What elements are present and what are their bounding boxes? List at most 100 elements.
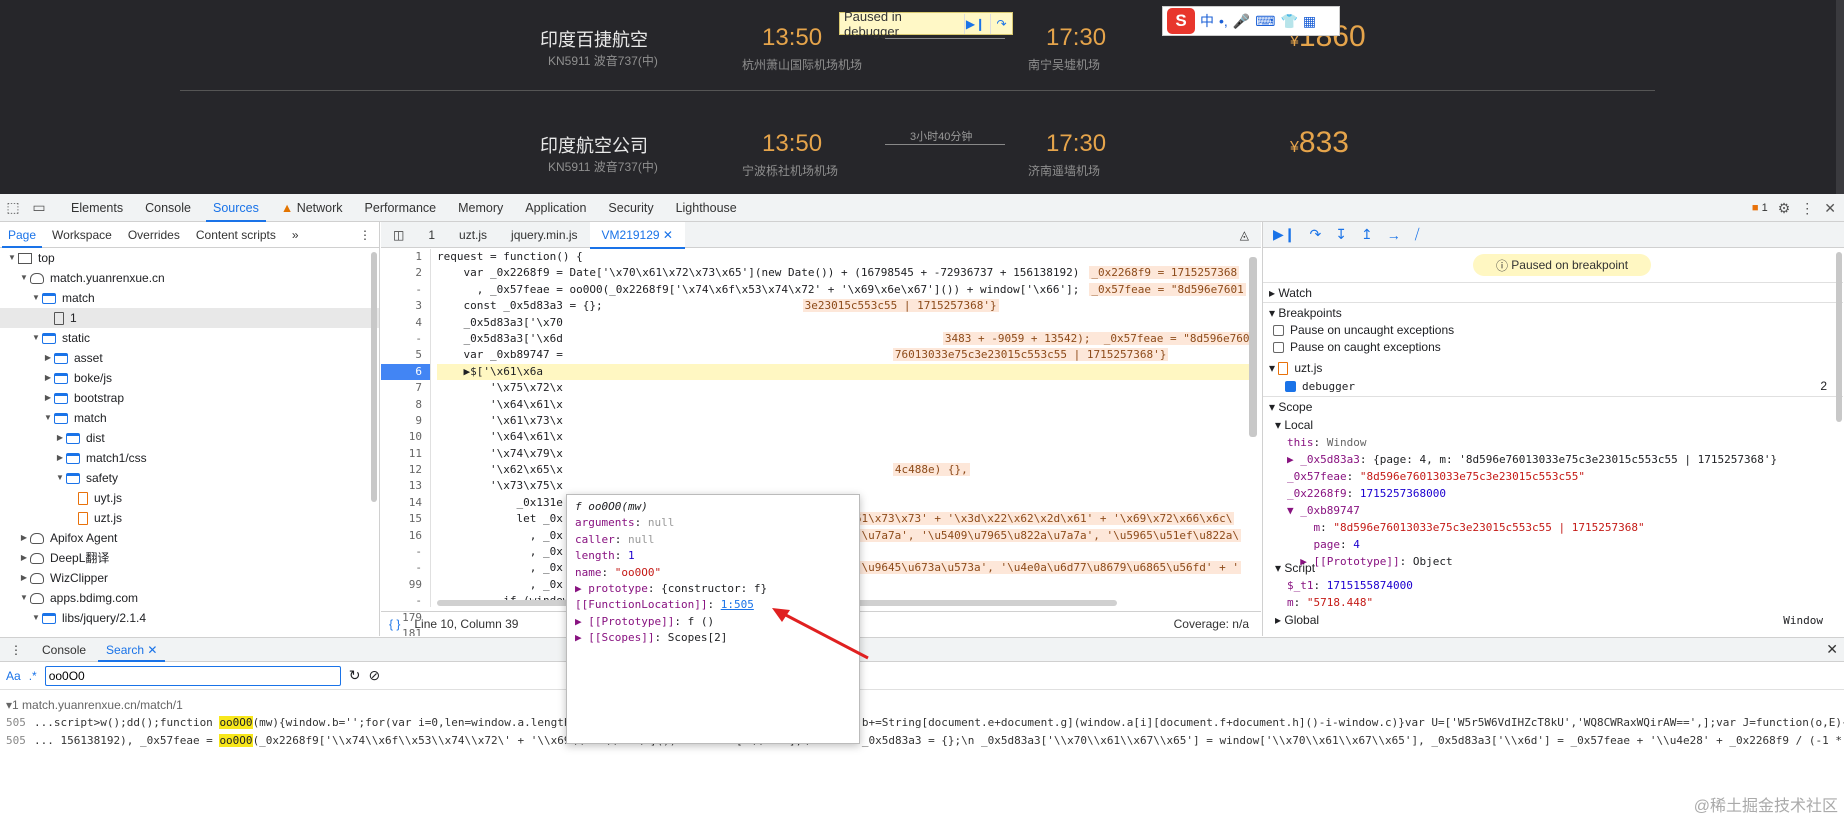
code-line[interactable]: '\x62\x65\x 4c488e) {}, bbox=[437, 462, 1249, 478]
ime-toolbar[interactable]: S 中 •, 🎤 ⌨ 👕 ▦ bbox=[1162, 6, 1340, 36]
popover-prop[interactable]: caller: null bbox=[575, 532, 859, 548]
code-line[interactable]: const _0x5d83a3 = {}; 3e23015c553c55 | 17… bbox=[437, 298, 1249, 314]
watch-section[interactable]: ▸ Watch bbox=[1263, 282, 1843, 302]
step-over-icon[interactable]: ↷ bbox=[990, 13, 1012, 34]
chevron-down-icon[interactable]: ▼ bbox=[42, 408, 54, 428]
line-number[interactable]: 3 bbox=[381, 298, 430, 314]
tree-item[interactable]: ▶ WizClipper bbox=[0, 568, 379, 588]
line-gutter[interactable]: 12-34-5678910111213141516--99-179181182 bbox=[381, 249, 431, 636]
tree-item[interactable]: ▼ match bbox=[0, 408, 379, 428]
pause-caught-checkbox[interactable] bbox=[1273, 342, 1284, 354]
chevron-right-icon[interactable]: ▶ bbox=[42, 368, 54, 388]
search-result-file[interactable]: ▾1 match.yuanrenxue.cn/match/1 bbox=[0, 696, 1844, 714]
more-tabs-icon[interactable]: » bbox=[284, 222, 307, 248]
scope-global[interactable]: ▸ Global Window bbox=[1263, 612, 1843, 629]
search-result-line[interactable]: 505 ...script>w();dd();function oo0O0(mw)… bbox=[0, 714, 1844, 732]
editor-tab-active[interactable]: VM219129 ✕ bbox=[589, 222, 686, 249]
tab-overrides[interactable]: Overrides bbox=[120, 222, 188, 248]
drawer-menu-icon[interactable]: ⋮ bbox=[0, 638, 32, 662]
scope-variable[interactable]: $_t1: 1715155874000 bbox=[1263, 577, 1843, 594]
breakpoint-checkbox[interactable] bbox=[1285, 381, 1296, 393]
scope-variable[interactable]: ▶ _0x5d83a3: {page: 4, m: '8d596e7601303… bbox=[1263, 451, 1843, 468]
tree-item[interactable]: ▶ dist bbox=[0, 428, 379, 448]
line-number[interactable]: 13 bbox=[381, 478, 430, 494]
line-number[interactable]: 1 bbox=[381, 249, 430, 265]
line-number[interactable]: - bbox=[381, 544, 430, 560]
tab-console[interactable]: Console bbox=[134, 194, 202, 222]
debugger-scrollbar[interactable] bbox=[1836, 252, 1842, 422]
tree-item[interactable]: ▶ match1/css bbox=[0, 448, 379, 468]
tree-item[interactable]: ▶ Apifox Agent bbox=[0, 528, 379, 548]
code-line[interactable]: ▶$['\x61\x6a bbox=[437, 363, 1249, 381]
code-line[interactable]: var _0x2268f9 = Date['\x70\x61\x72\x73\x… bbox=[437, 265, 1249, 281]
navigator-scrollbar[interactable] bbox=[371, 252, 377, 502]
code-line[interactable]: '\x64\x61\x bbox=[437, 429, 1249, 445]
flight-row[interactable]: 印度航空公司 KN5911 波音737(中) 13:50 宁波栎社机场机场 3小… bbox=[0, 122, 1844, 192]
line-number[interactable]: 14 bbox=[381, 495, 430, 511]
page-scrollbar[interactable] bbox=[1836, 0, 1844, 194]
breakpoint-marker[interactable]: 6 bbox=[381, 363, 430, 381]
ime-lang[interactable]: 中 bbox=[1200, 11, 1214, 31]
line-number[interactable]: 99 bbox=[381, 577, 430, 593]
toggle-navigator-icon[interactable]: ◫ bbox=[381, 222, 416, 248]
tree-item[interactable]: ▼ static bbox=[0, 328, 379, 348]
tree-item[interactable]: ▼ safety bbox=[0, 468, 379, 488]
device-toolbar-icon[interactable]: ▭ bbox=[26, 194, 52, 222]
editor-tab[interactable]: 1 bbox=[416, 222, 447, 248]
chevron-right-icon[interactable]: ▶ bbox=[54, 448, 66, 468]
chevron-down-icon[interactable]: ▼ bbox=[30, 608, 42, 628]
close-tab-icon[interactable]: ✕ bbox=[147, 643, 157, 657]
close-drawer-icon[interactable]: ✕ bbox=[1826, 641, 1838, 658]
tree-item[interactable]: ▼ apps.bdimg.com bbox=[0, 588, 379, 608]
line-number[interactable]: 15 bbox=[381, 511, 430, 527]
tab-lighthouse[interactable]: Lighthouse bbox=[665, 194, 748, 222]
step-over-icon[interactable]: ↷ bbox=[1310, 226, 1322, 243]
chevron-right-icon[interactable]: ▶ bbox=[54, 428, 66, 448]
chevron-down-icon[interactable]: ▼ bbox=[54, 468, 66, 488]
scope-variable[interactable]: this: Window bbox=[1263, 434, 1843, 451]
popover-prop[interactable]: ▶ prototype: {constructor: f} bbox=[575, 581, 859, 597]
code-line[interactable]: '\x74\x79\x bbox=[437, 446, 1249, 462]
editor-tab[interactable]: jquery.min.js bbox=[499, 222, 589, 248]
tab-network[interactable]: ▲ Network bbox=[270, 194, 354, 222]
tree-item[interactable]: uyt.js bbox=[0, 488, 379, 508]
code-line[interactable]: '\x75\x72\x bbox=[437, 380, 1249, 396]
line-number[interactable]: 9 bbox=[381, 413, 430, 429]
chevron-down-icon[interactable]: ▼ bbox=[30, 328, 42, 348]
navigator-menu-icon[interactable]: ⋮ bbox=[351, 222, 379, 248]
tree-item[interactable]: 1 bbox=[0, 308, 379, 328]
line-number[interactable]: - bbox=[381, 560, 430, 576]
line-number[interactable]: 8 bbox=[381, 397, 430, 413]
popover-prop[interactable]: length: 1 bbox=[575, 548, 859, 564]
line-number[interactable]: 7 bbox=[381, 380, 430, 396]
code-line[interactable]: _0x5d83a3['\x70 bbox=[437, 315, 1249, 331]
scope-variable[interactable]: m: "8d596e76013033e75c3e23015c553c55 | 1… bbox=[1263, 519, 1843, 536]
step-icon[interactable]: → bbox=[1387, 227, 1401, 243]
chevron-right-icon[interactable]: ▶ bbox=[42, 388, 54, 408]
toggle-debugger-icon[interactable]: ◬ bbox=[1228, 222, 1261, 248]
function-location-link[interactable]: 1:505 bbox=[721, 598, 754, 611]
scope-variable[interactable]: _0x57feae: "8d596e76013033e75c3e23015c55… bbox=[1263, 468, 1843, 485]
deactivate-breakpoints-icon[interactable]: ⧸ bbox=[1415, 226, 1420, 243]
code-line[interactable]: '\x61\x73\x bbox=[437, 413, 1249, 429]
breakpoint-item[interactable]: debugger 2 bbox=[1263, 378, 1843, 395]
tree-item[interactable]: ▼ libs/jquery/2.1.4 bbox=[0, 608, 379, 628]
search-result-line[interactable]: 505 ... 156138192), _0x57feae = oo0O0(_0x… bbox=[0, 732, 1844, 750]
line-number[interactable]: 10 bbox=[381, 429, 430, 445]
chevron-right-icon[interactable]: ▶ bbox=[18, 548, 30, 568]
chevron-down-icon[interactable]: ▼ bbox=[6, 248, 18, 268]
tab-workspace[interactable]: Workspace bbox=[44, 222, 120, 248]
tab-page[interactable]: Page bbox=[0, 222, 44, 248]
tab-application[interactable]: Application bbox=[514, 194, 597, 222]
scope-variable[interactable]: m: "5718.448" bbox=[1263, 594, 1843, 611]
editor-tab[interactable]: uzt.js bbox=[447, 222, 499, 248]
scope-variable[interactable]: ▼ _0xb89747 bbox=[1263, 502, 1843, 519]
drawer-tab-console[interactable]: Console bbox=[32, 638, 96, 662]
keyboard-icon[interactable]: ⌨ bbox=[1255, 13, 1275, 30]
popover-prop[interactable]: arguments: null bbox=[575, 515, 859, 531]
close-icon[interactable]: ✕ bbox=[1824, 200, 1836, 217]
line-number[interactable]: 12 bbox=[381, 462, 430, 478]
pause-uncaught-option[interactable]: Pause on uncaught exceptions bbox=[1263, 322, 1843, 339]
inspect-icon[interactable]: ⬚ bbox=[0, 194, 26, 222]
issues-badge[interactable]: ■ 1 bbox=[1752, 202, 1768, 214]
